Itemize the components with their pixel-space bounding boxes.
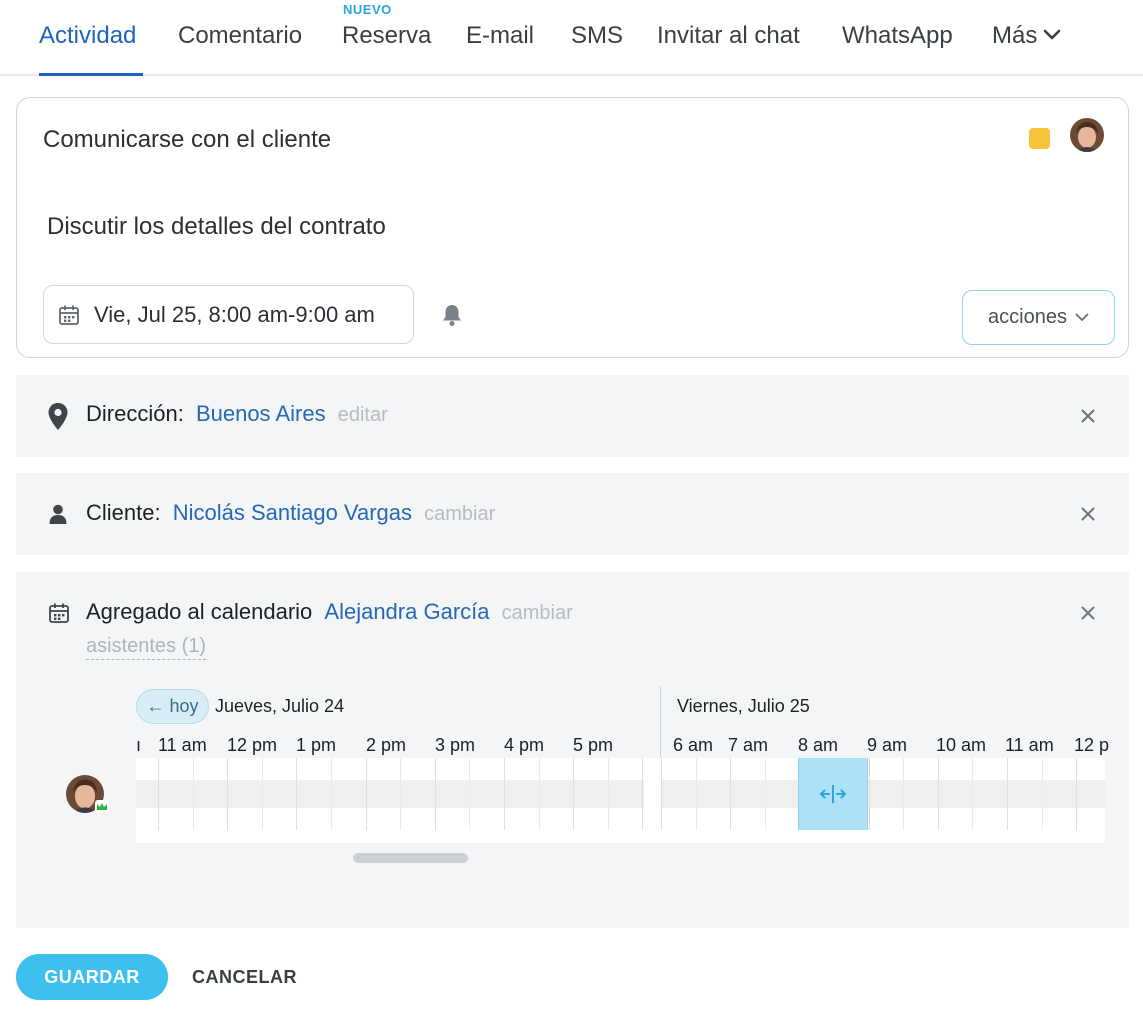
crown-icon	[95, 800, 109, 813]
hour-label: 12 pm	[227, 735, 278, 755]
active-tab-indicator	[39, 73, 143, 76]
tab-mas-label: Más	[992, 22, 1038, 49]
hour-label: 11 am	[158, 735, 207, 755]
activity-color-picker[interactable]	[1029, 128, 1050, 149]
hour-label: 12 p	[1074, 735, 1110, 755]
datetime-picker[interactable]: Vie, Jul 25, 8:00 am-9:00 am	[43, 285, 414, 344]
assignee-avatar-image	[1070, 118, 1104, 152]
hour-label: 9 am	[867, 735, 908, 755]
timeline-gridline	[730, 758, 731, 830]
timeline-gridline	[1042, 758, 1043, 830]
timeline-gridline	[539, 758, 540, 830]
assignee-avatar[interactable]	[1070, 118, 1104, 152]
timeline-gridline	[504, 758, 505, 830]
bell-icon[interactable]	[441, 303, 463, 327]
timeline-scrollbar[interactable]	[353, 853, 468, 863]
timeline-gridline	[608, 758, 609, 830]
chevron-down-icon	[1044, 29, 1061, 39]
timeline-gridline	[661, 758, 662, 830]
hour-label: 4 pm	[504, 735, 545, 755]
hour-label: 11 am	[1005, 735, 1054, 755]
location-pin-icon	[48, 403, 68, 430]
resize-handle-icon[interactable]	[818, 783, 848, 805]
timeline-gridline	[296, 758, 297, 830]
cancel-button[interactable]: CANCELAR	[192, 967, 297, 988]
timeline-gridline	[158, 758, 159, 830]
timeline-gridline	[366, 758, 367, 830]
timeline-gridline	[903, 758, 904, 830]
hour-label: 8 am	[798, 735, 839, 755]
tab-bar: Actividad Comentario NUEVO Reserva E-mai…	[0, 0, 1143, 76]
datetime-value: Vie, Jul 25, 8:00 am-9:00 am	[94, 301, 375, 327]
hour-label: 7 am	[728, 735, 769, 755]
calendar-icon	[59, 305, 79, 325]
hour-label: 5 pm	[573, 735, 614, 755]
timeline-gridline	[869, 758, 870, 830]
chevron-down-icon	[1075, 313, 1089, 321]
client-name-link[interactable]: Nicolás Santiago Vargas	[173, 500, 412, 525]
availability-band	[136, 780, 1105, 808]
address-value[interactable]: Buenos Aires	[196, 401, 326, 426]
activity-title[interactable]: Comunicarse con el cliente	[43, 126, 331, 154]
client-label: Cliente:	[86, 500, 161, 525]
timeline-gridline	[400, 758, 401, 830]
today-button[interactable]: ← hoy	[136, 689, 209, 724]
timeline-gridline	[1076, 758, 1077, 830]
activity-card: Comunicarse con el cliente Discutir los …	[16, 97, 1129, 358]
address-row: Dirección: Buenos Aires editar	[16, 375, 1129, 457]
client-row: Cliente: Nicolás Santiago Vargas cambiar	[16, 473, 1129, 555]
event-time-block[interactable]	[798, 758, 868, 830]
timeline-gridline	[765, 758, 766, 830]
save-button[interactable]: GUARDAR	[16, 954, 168, 1000]
timeline-gridline	[227, 758, 228, 830]
timeline-gridline	[262, 758, 263, 830]
address-edit-link[interactable]: editar	[338, 404, 388, 426]
timeline-gridline	[938, 758, 939, 830]
timeline-gridline	[696, 758, 697, 830]
day-label-friday: Viernes, Julio 25	[677, 696, 810, 716]
hour-label: 6 am	[673, 735, 714, 755]
tab-mas[interactable]: Más	[992, 22, 1061, 50]
person-icon	[49, 504, 67, 524]
tab-actividad[interactable]: Actividad	[39, 22, 136, 50]
hour-label: 2 pm	[366, 735, 407, 755]
client-label-group: Cliente: Nicolás Santiago Vargas cambiar	[86, 500, 495, 526]
calendar-row: Agregado al calendario Alejandra García …	[16, 572, 1129, 928]
timeline-gridline	[1007, 758, 1008, 830]
new-badge: NUEVO	[343, 2, 392, 17]
timeline-gridline	[469, 758, 470, 830]
calendar-timeline: ← hoy Jueves, Julio 24 Viernes, Julio 25…	[16, 572, 1129, 927]
day-gap	[644, 758, 661, 843]
timeline-gridline	[972, 758, 973, 830]
timeline-track[interactable]	[136, 758, 1105, 843]
activity-description[interactable]: Discutir los detalles del contrato	[47, 213, 386, 241]
close-icon[interactable]	[1081, 507, 1095, 521]
hour-label: 10 am	[936, 735, 987, 755]
tab-reserva[interactable]: Reserva	[342, 22, 431, 50]
close-icon[interactable]	[1081, 409, 1095, 423]
actions-label: acciones	[988, 306, 1067, 328]
address-label-group: Dirección: Buenos Aires editar	[86, 401, 388, 427]
tab-invitar-chat[interactable]: Invitar al chat	[657, 22, 800, 50]
timeline-gridline	[193, 758, 194, 830]
actions-dropdown[interactable]: acciones	[962, 290, 1115, 345]
tab-comentario[interactable]: Comentario	[178, 22, 302, 50]
tab-email[interactable]: E-mail	[466, 22, 534, 50]
tab-sms[interactable]: SMS	[571, 22, 623, 50]
timeline-gridline	[435, 758, 436, 830]
hour-label-cut: ı	[136, 735, 142, 755]
address-label: Dirección:	[86, 401, 184, 426]
timeline-gridline	[331, 758, 332, 830]
hour-label: 3 pm	[435, 735, 476, 755]
tab-whatsapp[interactable]: WhatsApp	[842, 22, 953, 50]
timeline-gridline	[573, 758, 574, 830]
client-change-link[interactable]: cambiar	[424, 503, 495, 525]
day-label-thursday: Jueves, Julio 24	[215, 696, 345, 716]
timeline-gridline	[642, 758, 643, 830]
hour-label: 1 pm	[296, 735, 337, 755]
